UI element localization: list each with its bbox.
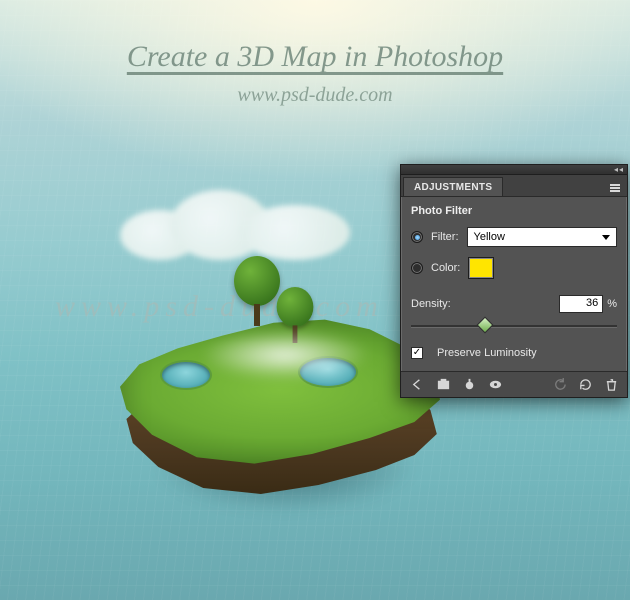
clip-to-layer-icon[interactable] xyxy=(459,376,479,394)
chevron-down-icon xyxy=(602,235,610,240)
adjustment-name: Photo Filter xyxy=(411,205,617,217)
preserve-luminosity-label: Preserve Luminosity xyxy=(437,347,537,359)
density-slider[interactable] xyxy=(411,317,617,335)
adjustments-panel: ◂◂ ADJUSTMENTS Photo Filter Filter: Yell… xyxy=(400,164,628,398)
filter-radio[interactable] xyxy=(411,231,423,243)
preserve-luminosity-row: Preserve Luminosity xyxy=(411,347,617,359)
document-canvas: Create a 3D Map in Photoshop www.psd-dud… xyxy=(0,0,630,600)
filter-select-value: Yellow xyxy=(474,231,505,243)
panel-footer xyxy=(401,371,627,397)
density-label: Density: xyxy=(411,298,451,310)
density-input[interactable]: 36 xyxy=(559,295,603,313)
color-swatch[interactable] xyxy=(468,257,494,279)
panel-body: Photo Filter Filter: Yellow Color: Densi… xyxy=(401,197,627,371)
page-title: Create a 3D Map in Photoshop xyxy=(0,40,630,74)
panel-collapse-bar[interactable]: ◂◂ xyxy=(401,165,627,175)
back-arrow-icon[interactable] xyxy=(407,376,427,394)
density-row: Density: 36 % xyxy=(411,295,617,313)
trash-icon[interactable] xyxy=(601,376,621,394)
reset-icon[interactable] xyxy=(575,376,595,394)
previous-state-icon[interactable] xyxy=(549,376,569,394)
filter-select[interactable]: Yellow xyxy=(467,227,618,247)
tree-art xyxy=(234,256,280,326)
tab-adjustments[interactable]: ADJUSTMENTS xyxy=(403,177,503,196)
visibility-icon[interactable] xyxy=(485,376,505,394)
mist-art xyxy=(200,330,370,380)
density-suffix: % xyxy=(607,298,617,310)
page-subtitle: www.psd-dude.com xyxy=(0,84,630,107)
panel-tabbar: ADJUSTMENTS xyxy=(401,175,627,197)
menu-icon xyxy=(610,187,620,189)
expand-view-icon[interactable] xyxy=(433,376,453,394)
panel-menu-button[interactable] xyxy=(606,180,624,196)
filter-label: Filter: xyxy=(431,231,459,243)
filter-row: Filter: Yellow xyxy=(411,227,617,247)
preserve-luminosity-checkbox[interactable] xyxy=(411,347,423,359)
collapse-arrows-icon: ◂◂ xyxy=(614,165,624,174)
color-radio[interactable] xyxy=(411,262,423,274)
color-label: Color: xyxy=(431,262,460,274)
color-row: Color: xyxy=(411,257,617,279)
slider-thumb-icon xyxy=(477,317,494,334)
